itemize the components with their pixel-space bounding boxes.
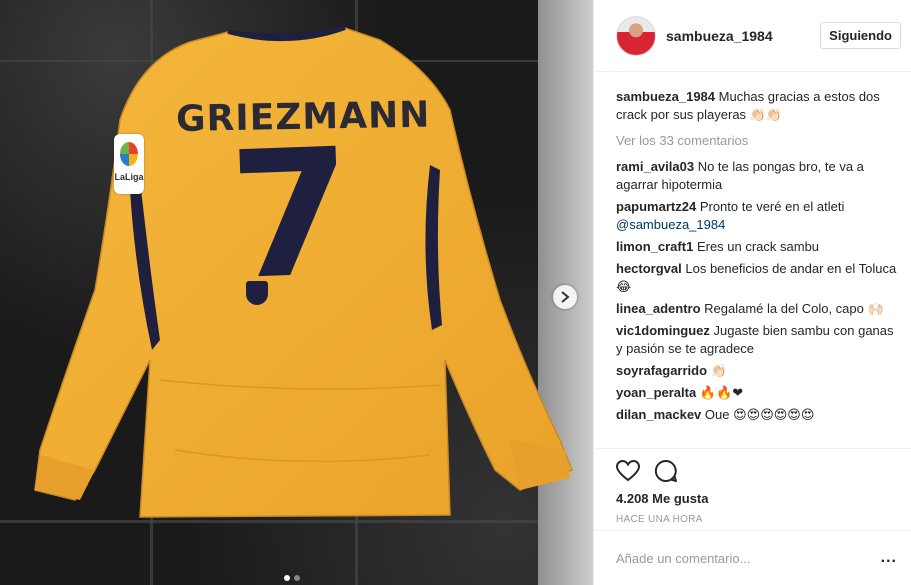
club-crest xyxy=(246,281,268,305)
comment-mention[interactable]: @sambueza_1984 xyxy=(616,217,725,232)
comment-username[interactable]: yoan_peralta xyxy=(616,385,696,400)
laliga-patch: LaLiga xyxy=(114,134,144,194)
comment-username[interactable]: limon_craft1 xyxy=(616,239,693,254)
comment-username[interactable]: rami_avila03 xyxy=(616,159,694,174)
header-username[interactable]: sambueza_1984 xyxy=(666,28,820,44)
add-comment-bar: ... xyxy=(594,530,911,585)
post-actions: 4.208 Me gusta HACE UNA HORA xyxy=(594,448,911,530)
comments-list: sambueza_1984 Muchas gracias a estos dos… xyxy=(594,72,911,448)
following-button[interactable]: Siguiendo xyxy=(820,22,901,49)
comment-row: yoan_peralta 🔥🔥❤ xyxy=(616,384,897,402)
comment-text: Eres un crack sambu xyxy=(696,239,820,254)
comment-username[interactable]: papumartz24 xyxy=(616,199,696,214)
laliga-text: LaLiga xyxy=(114,172,144,182)
comment-row: papumartz24 Pronto te veré en el atleti … xyxy=(616,198,897,234)
likes-count[interactable]: 4.208 Me gusta xyxy=(616,491,897,506)
comment-text: Oue 😍😍😍😍😍😍 xyxy=(704,407,815,422)
comment-row: dilan_mackev Oue 😍😍😍😍😍😍 xyxy=(616,406,897,424)
comment-username[interactable]: hectorgval xyxy=(616,261,682,276)
comment-row: vic1dominguez Jugaste bien sambu con gan… xyxy=(616,322,897,358)
caption-username[interactable]: sambueza_1984 xyxy=(616,89,715,104)
carousel-indicator xyxy=(284,575,300,581)
comment-row: limon_craft1 Eres un crack sambu xyxy=(616,238,897,256)
comment-input[interactable] xyxy=(616,550,856,566)
comment-row: soyrafagarrido 👏🏻 xyxy=(616,362,897,380)
carousel-dot xyxy=(294,575,300,581)
comment-row: hectorgval Los beneficios de andar en el… xyxy=(616,260,897,296)
post-header: sambueza_1984 Siguiendo xyxy=(594,0,911,72)
heart-icon xyxy=(616,460,640,482)
carousel-dot-active xyxy=(284,575,290,581)
comment-text: Regalamé la del Colo, capo 🙌🏻 xyxy=(704,301,884,316)
post-caption: sambueza_1984 Muchas gracias a estos dos… xyxy=(616,88,897,124)
comment-icon xyxy=(654,459,677,482)
jersey-number: 7 xyxy=(226,111,356,320)
carousel-next-button[interactable] xyxy=(553,285,577,309)
comment-username[interactable]: linea_adentro xyxy=(616,301,701,316)
instagram-post: LaLiga GRIEZMANN 7 sambueza_1984 Siguien… xyxy=(0,0,911,585)
comment-text: 🔥🔥❤ xyxy=(699,385,744,400)
comment-button[interactable] xyxy=(654,459,678,483)
comment-username[interactable]: vic1dominguez xyxy=(616,323,710,338)
comment-username[interactable]: dilan_mackev xyxy=(616,407,701,422)
view-all-comments-link[interactable]: Ver los 33 comentarios xyxy=(616,132,897,150)
post-sidebar: sambueza_1984 Siguiendo sambueza_1984 Mu… xyxy=(593,0,911,585)
more-options-button[interactable]: ... xyxy=(881,549,897,567)
comment-row: rami_avila03 No te las pongas bro, te va… xyxy=(616,158,897,194)
avatar[interactable] xyxy=(616,15,656,56)
comment-text: Pronto te veré en el atleti xyxy=(699,199,845,214)
chevron-right-icon xyxy=(561,291,570,303)
post-timestamp[interactable]: HACE UNA HORA xyxy=(616,514,897,525)
comment-row: linea_adentro Regalamé la del Colo, capo… xyxy=(616,300,897,318)
like-button[interactable] xyxy=(616,460,640,482)
comment-username[interactable]: soyrafagarrido xyxy=(616,363,707,378)
post-photo[interactable]: LaLiga GRIEZMANN 7 xyxy=(0,0,593,585)
comment-text: 👏🏻 xyxy=(710,363,727,378)
